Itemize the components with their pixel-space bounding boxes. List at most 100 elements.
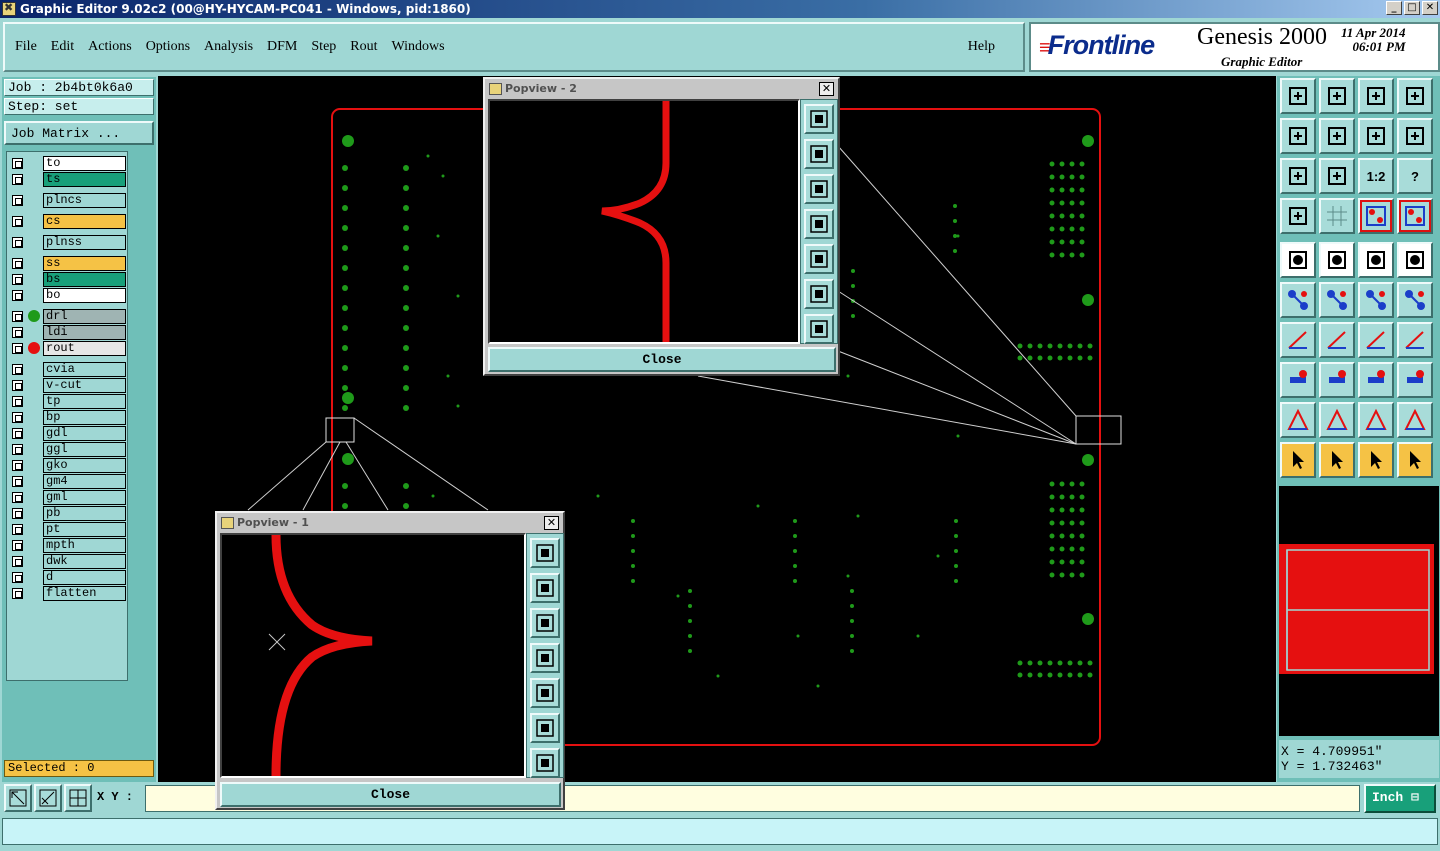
layer-row-bo[interactable]: bo [9, 288, 127, 303]
layer-row-ts[interactable]: ts [9, 172, 127, 187]
tool-help-button[interactable]: ? [1397, 158, 1433, 194]
popview-2-window[interactable]: Popview - 2 ✕ Close [483, 77, 840, 376]
layer-name[interactable]: drl [43, 309, 126, 324]
tool-tri-blue-button[interactable] [1319, 402, 1355, 438]
layer-checkbox[interactable] [12, 237, 23, 248]
layer-row-drl[interactable]: drl [9, 309, 127, 324]
tool-1:2-button[interactable]: 1:2 [1358, 158, 1394, 194]
overview-thumbnail[interactable] [1279, 486, 1439, 736]
layer-row-mpth[interactable]: mpth [9, 538, 127, 553]
layer-row-to[interactable]: to [9, 156, 127, 171]
measure-button[interactable] [34, 784, 62, 812]
layer-row-gko[interactable]: gko [9, 458, 127, 473]
popview-zoom-down-button[interactable] [804, 174, 834, 204]
layer-row-pb[interactable]: pb [9, 506, 127, 521]
layer-checkbox[interactable] [12, 556, 23, 567]
menu-options[interactable]: Options [146, 39, 190, 55]
popview-center-button[interactable] [804, 314, 834, 344]
tool-angle-button[interactable] [1280, 322, 1316, 358]
layer-row-d[interactable]: d [9, 570, 127, 585]
layer-name[interactable]: gm4 [43, 474, 126, 489]
layer-checkbox[interactable] [12, 492, 23, 503]
tool-house-button[interactable] [1358, 78, 1394, 114]
layer-checkbox[interactable] [12, 158, 23, 169]
layer-name[interactable]: pt [43, 522, 126, 537]
layer-name[interactable]: v-cut [43, 378, 126, 393]
layer-checkbox[interactable] [12, 311, 23, 322]
tool-dot-button[interactable] [1397, 242, 1433, 278]
tool-s-shape-button[interactable] [1397, 118, 1433, 154]
layer-row-ss[interactable]: ss [9, 256, 127, 271]
layer-row-bp[interactable]: bp [9, 410, 127, 425]
popview-zoom-in-button[interactable] [530, 538, 560, 568]
layer-name[interactable]: tp [43, 394, 126, 409]
layer-checkbox[interactable] [12, 396, 23, 407]
layer-name[interactable]: rout [43, 341, 126, 356]
layer-name[interactable]: plncs [43, 193, 126, 208]
layer-row-tp[interactable]: tp [9, 394, 127, 409]
popview-pan-left-button[interactable] [804, 209, 834, 239]
tool-window-button[interactable] [1397, 78, 1433, 114]
layer-checkbox[interactable] [12, 380, 23, 391]
tool-tri-red-button[interactable] [1358, 402, 1394, 438]
layer-name[interactable]: flatten [43, 586, 126, 601]
layer-name[interactable]: ts [43, 172, 126, 187]
layer-checkbox[interactable] [12, 460, 23, 471]
tool-grid-button[interactable] [1319, 198, 1355, 234]
layer-name[interactable]: ldi [43, 325, 126, 340]
layer-checkbox[interactable] [12, 412, 23, 423]
tool-net-button[interactable] [1280, 282, 1316, 318]
tool-bar-button[interactable] [1319, 362, 1355, 398]
popview-2-close-icon[interactable]: ✕ [819, 82, 834, 96]
layer-row-gm4[interactable]: gm4 [9, 474, 127, 489]
menu-step[interactable]: Step [311, 39, 336, 55]
popview-pan-left-button[interactable] [530, 643, 560, 673]
tool-rotate-button[interactable] [1358, 118, 1394, 154]
tool-right-out-button[interactable] [1319, 118, 1355, 154]
tool-arrow-box-button[interactable] [1319, 442, 1355, 478]
layer-checkbox[interactable] [12, 364, 23, 375]
tool-tri-mix-button[interactable] [1397, 402, 1433, 438]
layer-checkbox[interactable] [12, 174, 23, 185]
layer-row-cvia[interactable]: cvia [9, 362, 127, 377]
tool-draw-red-button[interactable] [1319, 242, 1355, 278]
layer-row-pt[interactable]: pt [9, 522, 127, 537]
tool-left-in-button[interactable] [1280, 118, 1316, 154]
zoom-box-button[interactable] [4, 784, 32, 812]
layer-checkbox[interactable] [12, 327, 23, 338]
layer-name[interactable]: bp [43, 410, 126, 425]
layer-row-plnss[interactable]: plnss [9, 235, 127, 250]
popview-fit-button[interactable] [530, 713, 560, 743]
menu-dfm[interactable]: DFM [267, 39, 297, 55]
popview-pan-right-button[interactable] [530, 678, 560, 708]
tool-pointer-box-button[interactable] [1280, 242, 1316, 278]
layer-checkbox[interactable] [12, 258, 23, 269]
layer-name[interactable]: cvia [43, 362, 126, 377]
layer-name[interactable]: plnss [43, 235, 126, 250]
layer-checkbox[interactable] [12, 444, 23, 455]
layer-name[interactable]: cs [43, 214, 126, 229]
layer-row-flatten[interactable]: flatten [9, 586, 127, 601]
layer-row-cs[interactable]: cs [9, 214, 127, 229]
tool-connect-button[interactable] [1358, 282, 1394, 318]
menu-analysis[interactable]: Analysis [204, 39, 253, 55]
menu-actions[interactable]: Actions [88, 39, 132, 55]
popview-1-titlebar[interactable]: Popview - 1 ✕ [219, 515, 561, 531]
popview-zoom-down-button[interactable] [530, 608, 560, 638]
popview-1-close-button[interactable]: Close [220, 782, 561, 807]
tool-fit-center-button[interactable] [1319, 158, 1355, 194]
close-button[interactable]: ✕ [1422, 1, 1438, 15]
layer-name[interactable]: ss [43, 256, 126, 271]
grid-snap-button[interactable] [64, 784, 92, 812]
tool-home-up-button[interactable] [1280, 78, 1316, 114]
layer-name[interactable]: pb [43, 506, 126, 521]
layer-name[interactable]: bo [43, 288, 126, 303]
tool-split-button[interactable] [1397, 322, 1433, 358]
layer-name[interactable]: d [43, 570, 126, 585]
layer-checkbox[interactable] [12, 195, 23, 206]
layer-name[interactable]: gml [43, 490, 126, 505]
tool-arrow-button[interactable] [1280, 442, 1316, 478]
layer-checkbox[interactable] [12, 508, 23, 519]
layer-checkbox[interactable] [12, 274, 23, 285]
units-selector[interactable]: Inch ⊟ [1364, 784, 1436, 813]
